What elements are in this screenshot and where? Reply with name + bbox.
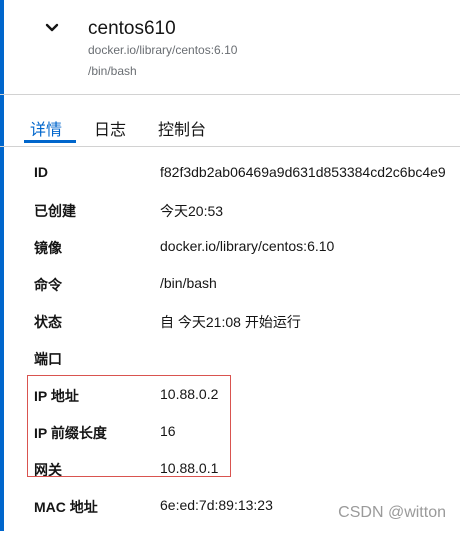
container-header: centos610 docker.io/library/centos:6.10 … (0, 0, 460, 95)
detail-label: 命令 (34, 277, 62, 293)
active-tab-indicator (24, 140, 76, 143)
tab-logs[interactable]: 日志 (94, 116, 126, 140)
detail-label: 端口 (34, 351, 62, 367)
detail-value: /bin/bash (160, 275, 217, 291)
detail-value: 自 今天21:08 开始运行 (160, 314, 301, 330)
detail-label: 镜像 (34, 240, 62, 256)
detail-row-created: 已创建 今天20:53 (0, 201, 460, 237)
network-highlight-box (27, 375, 231, 477)
detail-label: 状态 (34, 314, 62, 330)
container-name: centos610 (88, 18, 176, 39)
chevron-down-icon[interactable] (44, 20, 60, 36)
detail-label: 已创建 (34, 203, 76, 219)
detail-value: f82f3db2ab06469a9d631d853384cd2c6bc4e9 (160, 164, 446, 180)
detail-row-image: 镜像 docker.io/library/centos:6.10 (0, 238, 460, 274)
detail-row-state: 状态 自 今天21:08 开始运行 (0, 312, 460, 348)
detail-label: ID (34, 164, 48, 180)
tab-details[interactable]: 详情 (30, 116, 62, 140)
tab-console[interactable]: 控制台 (158, 116, 206, 140)
detail-row-command: 命令 /bin/bash (0, 275, 460, 311)
detail-value: 6e:ed:7d:89:13:23 (160, 497, 273, 513)
detail-value: docker.io/library/centos:6.10 (160, 238, 335, 254)
container-image: docker.io/library/centos:6.10 (88, 43, 238, 57)
tab-bar: 详情 日志 控制台 (0, 94, 460, 147)
detail-value: 今天20:53 (160, 203, 224, 219)
container-command: /bin/bash (88, 64, 137, 78)
detail-row-id: ID f82f3db2ab06469a9d631d853384cd2c6bc4e… (0, 164, 460, 200)
watermark: CSDN @witton (338, 504, 446, 521)
detail-label: MAC 地址 (34, 499, 98, 515)
